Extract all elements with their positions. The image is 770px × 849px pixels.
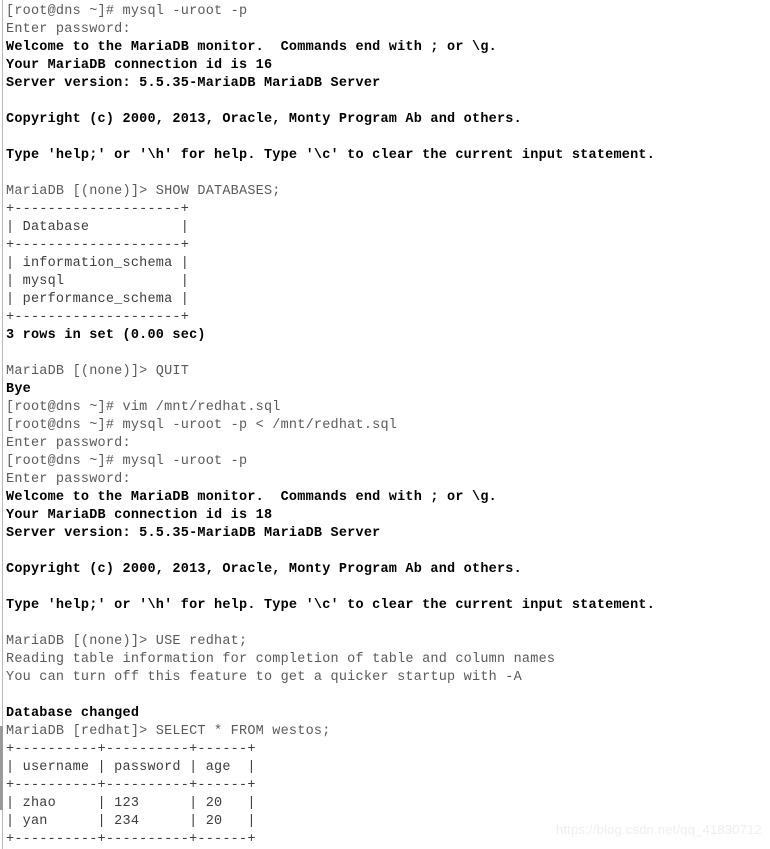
terminal-line: +--------------------+ <box>6 310 190 325</box>
watermark-text: https://blog.csdn.net/qq_41830712 <box>555 822 762 837</box>
terminal-line: [root@dns ~]# vim /mnt/redhat.sql <box>6 400 281 415</box>
terminal-line: Reading table information for completion… <box>6 652 556 667</box>
terminal-line: +----------+----------+------+ <box>6 778 256 793</box>
terminal-line: | zhao | 123 | 20 | <box>6 796 256 811</box>
terminal-line: [root@dns ~]# mysql -uroot -p < /mnt/red… <box>6 418 398 433</box>
terminal-line: You can turn off this feature to get a q… <box>6 670 522 685</box>
terminal-line: | performance_schema | <box>6 292 190 307</box>
terminal-line: MariaDB [redhat]> SELECT * FROM westos; <box>6 724 331 739</box>
terminal-line: Server version: 5.5.35-MariaDB MariaDB S… <box>6 76 381 91</box>
terminal-line: +----------+----------+------+ <box>6 742 256 757</box>
terminal-line: MariaDB [(none)]> USE redhat; <box>6 634 248 649</box>
terminal-line: Bye <box>6 382 31 397</box>
scrollbar-thumb[interactable] <box>0 726 3 810</box>
terminal-line: Type 'help;' or '\h' for help. Type '\c'… <box>6 148 656 163</box>
terminal-line: [root@dns ~]# mysql -uroot -p <box>6 4 248 19</box>
terminal-line: MariaDB [(none)]> QUIT <box>6 364 190 379</box>
window-left-border <box>2 0 3 849</box>
terminal-line: | mysql | <box>6 274 190 289</box>
terminal-line: Welcome to the MariaDB monitor. Commands… <box>6 490 497 505</box>
terminal-window[interactable]: [root@dns ~]# mysql -uroot -p Enter passw… <box>0 0 770 849</box>
terminal-line: | username | password | age | <box>6 760 256 775</box>
terminal-line: Enter password: <box>6 472 131 487</box>
terminal-line: MariaDB [(none)]> SHOW DATABASES; <box>6 184 281 199</box>
terminal-line: +--------------------+ <box>6 202 190 217</box>
terminal-line: Your MariaDB connection id is 16 <box>6 58 273 73</box>
terminal-line: Enter password: <box>6 22 131 37</box>
terminal-line: Welcome to the MariaDB monitor. Commands… <box>6 40 497 55</box>
terminal-line: Type 'help;' or '\h' for help. Type '\c'… <box>6 598 656 613</box>
terminal-line: | Database | <box>6 220 190 235</box>
terminal-line: Enter password: <box>6 436 131 451</box>
terminal-line: Copyright (c) 2000, 2013, Oracle, Monty … <box>6 562 522 577</box>
terminal-line: Server version: 5.5.35-MariaDB MariaDB S… <box>6 526 381 541</box>
terminal-line: | information_schema | <box>6 256 190 271</box>
terminal-output: [root@dns ~]# mysql -uroot -p Enter passw… <box>6 3 770 849</box>
terminal-line: Copyright (c) 2000, 2013, Oracle, Monty … <box>6 112 522 127</box>
terminal-line: 3 rows in set (0.00 sec) <box>6 328 206 343</box>
terminal-line: Your MariaDB connection id is 18 <box>6 508 273 523</box>
terminal-line: Database changed <box>6 706 140 721</box>
terminal-line: +--------------------+ <box>6 238 190 253</box>
terminal-line: [root@dns ~]# mysql -uroot -p <box>6 454 248 469</box>
